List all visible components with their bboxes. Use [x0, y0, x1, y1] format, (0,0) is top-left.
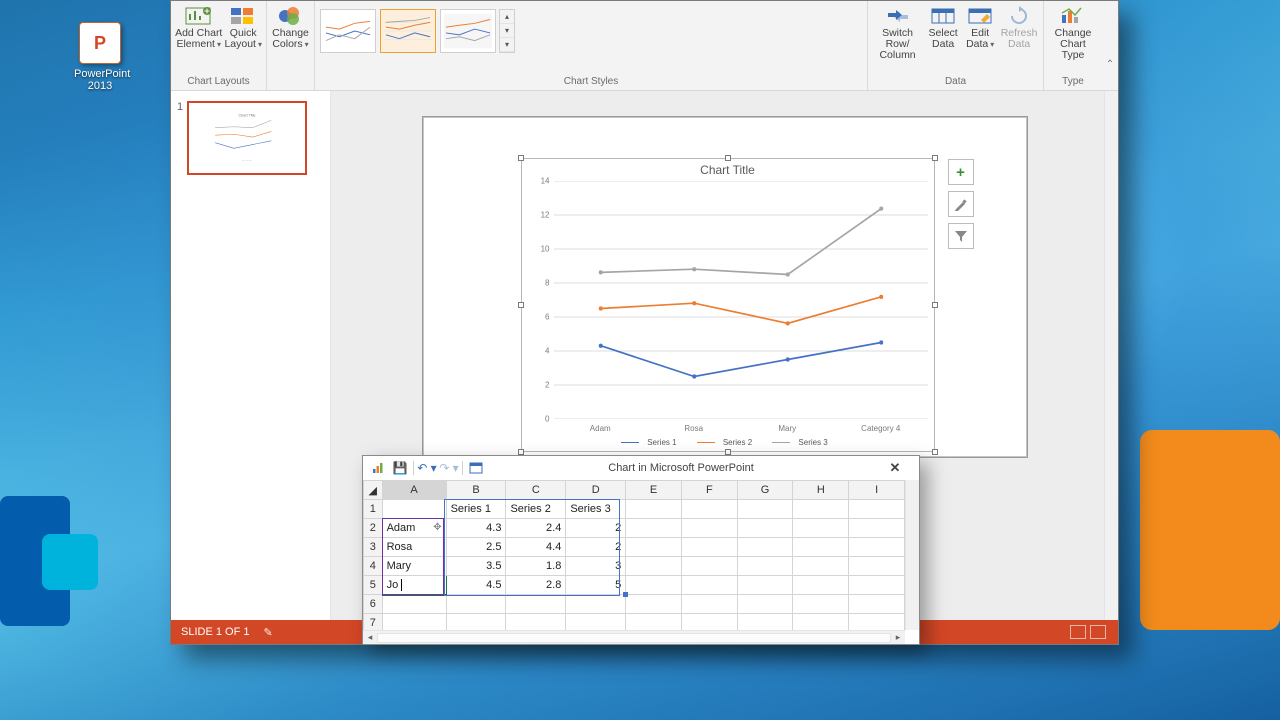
row-header-2[interactable]: 2 — [364, 519, 383, 538]
icon-label: PowerPoint — [74, 68, 130, 80]
thumb-number: 1 — [177, 101, 183, 175]
row-header-4[interactable]: 4 — [364, 557, 383, 576]
normal-view-button[interactable] — [1070, 625, 1086, 639]
edit-data-button[interactable]: EditData — [963, 3, 997, 50]
chart-data-window: 💾 ↶ ▾ ↷ ▾ Chart in Microsoft PowerPoint … — [362, 455, 920, 645]
col-header-I[interactable]: I — [849, 481, 905, 500]
comments-icon[interactable]: ✎ — [263, 626, 272, 639]
excel-icon[interactable] — [367, 459, 389, 477]
col-header-B[interactable]: B — [446, 481, 506, 500]
row-header-1[interactable]: 1 — [364, 500, 383, 519]
chart-style-3[interactable] — [440, 9, 496, 53]
chart-plot-area[interactable]: 0 2 4 6 8 10 12 14 Adam Rosa Mary Catego… — [554, 181, 928, 419]
chart-styles-button[interactable] — [948, 191, 974, 217]
group-chart-styles: Chart Styles — [319, 74, 863, 90]
spreadsheet-grid[interactable]: ◢ A B C D E F G H I 1Series 1Series 2Ser… — [363, 480, 905, 630]
select-all-cell[interactable]: ◢ — [364, 481, 383, 500]
col-header-E[interactable]: E — [626, 481, 682, 500]
sheet-horizontal-scrollbar[interactable]: ◂▸ — [363, 630, 905, 644]
chart-style-1[interactable] — [320, 9, 376, 53]
group-chart-layouts: Chart Layouts — [175, 74, 262, 90]
row-header-7[interactable]: 7 — [364, 614, 383, 631]
editor-vertical-scrollbar[interactable] — [1104, 91, 1118, 620]
chart-title[interactable]: Chart Title — [522, 159, 934, 181]
row-header-6[interactable]: 6 — [364, 595, 383, 614]
undo-icon[interactable]: ↶ ▾ — [416, 459, 438, 477]
powerpoint-desktop-icon[interactable]: P PowerPoint2013 — [74, 22, 126, 92]
switch-row-column-button[interactable]: Switch Row/Column — [872, 3, 923, 61]
active-cell-A5[interactable]: Jo — [382, 576, 446, 595]
row-header-3[interactable]: 3 — [364, 538, 383, 557]
col-header-G[interactable]: G — [737, 481, 793, 500]
col-header-A[interactable]: A — [382, 481, 446, 500]
sorter-view-button[interactable] — [1090, 625, 1106, 639]
select-data-icon[interactable] — [465, 459, 487, 477]
powerpoint-glyph: P — [94, 33, 106, 54]
redo-icon: ↷ ▾ — [438, 459, 460, 477]
col-header-D[interactable]: D — [566, 481, 626, 500]
slide-thumbnail-1[interactable]: Chart Title — — — — [187, 101, 307, 175]
save-icon[interactable]: 💾 — [389, 459, 411, 477]
refresh-data-button: RefreshData — [999, 3, 1039, 50]
ribbon-collapse-icon[interactable]: ⌃ — [1102, 1, 1118, 90]
change-colors-button[interactable]: ChangeColors — [271, 3, 310, 50]
svg-text:— — —: — — — — [242, 158, 252, 162]
chart-styles-more[interactable]: ▴▾▾ — [499, 9, 515, 53]
slide-thumbnails-pane[interactable]: 1 Chart Title — — — — [171, 91, 331, 620]
change-chart-type-button[interactable]: ChangeChart Type — [1048, 3, 1098, 61]
col-header-H[interactable]: H — [793, 481, 849, 500]
slide-canvas[interactable]: Chart Title — [423, 117, 1027, 457]
chart-elements-button[interactable]: + — [948, 159, 974, 185]
chart-object[interactable]: Chart Title — [521, 158, 935, 452]
quick-layout-button[interactable]: QuickLayout — [224, 3, 262, 50]
group-type: Type — [1048, 74, 1098, 90]
chart-style-2[interactable] — [380, 9, 436, 53]
select-data-button[interactable]: SelectData — [925, 3, 961, 50]
chart-legend[interactable]: Series 1 Series 2 Series 3 — [522, 438, 934, 447]
slide-indicator: SLIDE 1 OF 1 — [181, 626, 249, 638]
row-header-5[interactable]: 5 — [364, 576, 383, 595]
chart-filters-button[interactable] — [948, 223, 974, 249]
svg-text:Chart Title: Chart Title — [239, 113, 256, 117]
col-header-C[interactable]: C — [506, 481, 566, 500]
group-data: Data — [872, 74, 1039, 90]
chart-data-window-title: Chart in Microsoft PowerPoint — [487, 462, 875, 474]
close-button[interactable]: ✕ — [875, 460, 915, 476]
add-chart-element-button[interactable]: Add ChartElement — [175, 3, 222, 50]
col-header-F[interactable]: F — [681, 481, 737, 500]
sheet-vertical-scrollbar[interactable] — [905, 480, 919, 630]
